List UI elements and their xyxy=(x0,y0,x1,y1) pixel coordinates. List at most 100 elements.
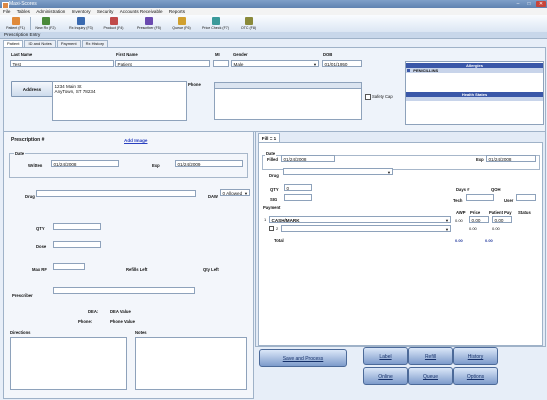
first-name-field[interactable]: Patient xyxy=(115,60,210,67)
prescriber-field[interactable] xyxy=(53,287,195,294)
toolbar-prescriber-button[interactable]: Prescriber (F5) xyxy=(134,16,164,31)
menu-security[interactable]: Security xyxy=(97,9,114,14)
toolbar-product-button[interactable]: Product (F4) xyxy=(100,16,127,31)
payment-row-2[interactable]: 2 ▼ 0.00 0.00 xyxy=(262,225,538,232)
dose-field[interactable] xyxy=(53,241,101,248)
payment-plan-select[interactable]: CASH/MARK ▼ xyxy=(269,216,451,223)
allergy-list[interactable] xyxy=(406,75,543,89)
menu-accounts-receivable[interactable]: Accounts Receivable xyxy=(120,9,163,14)
chevron-down-icon: ▼ xyxy=(244,191,248,196)
refill-button[interactable]: Refill xyxy=(408,347,453,365)
fill-content: Date Filled 01/24/2008 Exp 01/24/2008 Dr… xyxy=(258,142,543,346)
address-button[interactable]: Address xyxy=(11,81,53,97)
fill-exp-date-field[interactable]: 01/24/2008 xyxy=(486,155,536,162)
fill-exp-label: Exp xyxy=(476,157,484,162)
menu-file[interactable]: File xyxy=(3,9,10,14)
menu-inventory[interactable]: Inventory xyxy=(72,9,91,14)
prescriber-icon xyxy=(145,17,153,25)
chevron-down-icon: ▼ xyxy=(313,62,317,67)
add-image-link[interactable]: Add Image xyxy=(124,138,147,143)
toolbar-rx-inquiry-button[interactable]: Rx Inquiry (F3) xyxy=(66,16,96,31)
safety-cap-checkbox[interactable] xyxy=(365,94,371,100)
phone-label: Phone xyxy=(188,82,201,87)
allergy-health-panel: Allergies PENICILLINS Health States xyxy=(405,61,544,125)
notes-label: Notes xyxy=(135,330,147,335)
payment-row-2-patient-pay: 0.00 xyxy=(492,226,500,231)
filled-date-field[interactable]: 01/24/2008 xyxy=(281,155,335,162)
prescriber-phone-value: Phone Value xyxy=(110,319,135,324)
payment-row-2-checkbox[interactable] xyxy=(269,226,274,231)
max-rf-field[interactable] xyxy=(53,263,85,270)
minimize-button[interactable]: – xyxy=(513,1,523,7)
tab-id-and-notes[interactable]: ID and Notes xyxy=(24,40,56,47)
options-button[interactable]: Options xyxy=(453,367,498,385)
payment-row-1-price[interactable]: 0.00 xyxy=(469,216,489,223)
save-and-process-button[interactable]: Save and Process xyxy=(259,349,347,367)
title-bar: Maxi-Scores – □ ✕ xyxy=(0,0,547,9)
label-button[interactable]: Label xyxy=(363,347,408,365)
toolbar-new-rx-button[interactable]: New Rx (F2) xyxy=(32,16,59,31)
mi-label: MI xyxy=(215,52,220,57)
qty-label: QTY xyxy=(36,226,45,231)
payment-plan-2-select[interactable]: ▼ xyxy=(281,225,451,232)
online-button[interactable]: Online xyxy=(363,367,408,385)
dob-field[interactable]: 01/01/1950 xyxy=(322,60,362,67)
last-name-field[interactable]: Test xyxy=(10,60,114,67)
health-state-row[interactable] xyxy=(406,97,543,101)
notes-field[interactable] xyxy=(135,337,247,390)
user-label: User xyxy=(504,198,514,203)
safety-cap-label: Safety Cap xyxy=(372,94,393,99)
toolbar-price-check-button[interactable]: Price Check (F7) xyxy=(200,16,231,31)
price-check-icon xyxy=(211,17,220,25)
qoh-label: QOH xyxy=(491,187,501,192)
payment-row-1-patient-pay[interactable]: 0.00 xyxy=(492,216,512,223)
toolbar-patient-button[interactable]: Patient (F1) xyxy=(2,16,29,31)
sig-label: SIG xyxy=(270,197,278,202)
dob-label: DOB xyxy=(323,52,333,57)
written-label: Written xyxy=(28,163,43,168)
qty-field[interactable] xyxy=(53,223,101,230)
phone-list[interactable] xyxy=(214,82,362,120)
daw-select[interactable]: 0 Allowed ▼ xyxy=(220,189,250,196)
prescription-number-label: Prescription # xyxy=(11,137,45,143)
awp-label: AWP xyxy=(456,210,466,215)
qty-left-label: Qty Left xyxy=(203,267,219,272)
chevron-down-icon: ▼ xyxy=(387,170,391,175)
product-icon xyxy=(109,17,118,25)
dea-label: DEA: xyxy=(88,309,99,314)
drug-label: Drug xyxy=(25,194,35,199)
address-field[interactable]: 1234 Main St AnyTown, ST 78234 xyxy=(52,81,187,121)
sig-field[interactable] xyxy=(284,194,312,201)
payment-row-2-price: 0.00 xyxy=(469,226,477,231)
payment-row-1[interactable]: 1 CASH/MARK ▼ 0.00 0.00 0.00 xyxy=(262,216,538,224)
tab-payment[interactable]: Payment xyxy=(56,40,81,47)
gender-select[interactable]: Male ▼ xyxy=(231,60,319,67)
menu-tables[interactable]: Tables xyxy=(17,9,30,14)
directions-label: Directions xyxy=(10,330,31,335)
menu-administration[interactable]: Administration xyxy=(36,9,65,14)
toolbar-queue-button[interactable]: Queue (F6) xyxy=(168,16,195,31)
user-field[interactable] xyxy=(516,194,536,201)
directions-field[interactable] xyxy=(10,337,127,390)
toolbar: Patient (F1) New Rx (F2) Rx Inquiry (F3)… xyxy=(0,15,547,33)
fill-qty-field[interactable]: 0 xyxy=(284,184,312,191)
history-button[interactable]: History xyxy=(453,347,498,365)
patient-tabs: Patient ID and Notes Payment Rx History xyxy=(3,40,109,48)
exp-date-field[interactable]: 01/24/2009 xyxy=(175,160,243,167)
tech-field[interactable] xyxy=(466,194,494,201)
fill-drug-select[interactable]: ▼ xyxy=(283,168,393,175)
allergy-row[interactable]: PENICILLINS xyxy=(406,68,543,73)
close-button[interactable]: ✕ xyxy=(536,1,546,7)
mi-field[interactable] xyxy=(213,60,229,67)
chevron-down-icon: ▼ xyxy=(445,227,449,232)
written-date-field[interactable]: 01/24/2008 xyxy=(51,160,119,167)
gender-label: Gender xyxy=(233,52,248,57)
maximize-button[interactable]: □ xyxy=(524,1,534,7)
payment-status-label: Status xyxy=(518,210,531,215)
drug-field[interactable] xyxy=(36,190,196,197)
toolbar-otc-button[interactable]: OTC (F8) xyxy=(235,16,262,31)
total-label: Total xyxy=(274,238,284,243)
queue-button[interactable]: Queue xyxy=(408,367,453,385)
menu-reports[interactable]: Reports xyxy=(169,9,185,14)
tab-rx-history[interactable]: Rx History xyxy=(81,40,109,47)
